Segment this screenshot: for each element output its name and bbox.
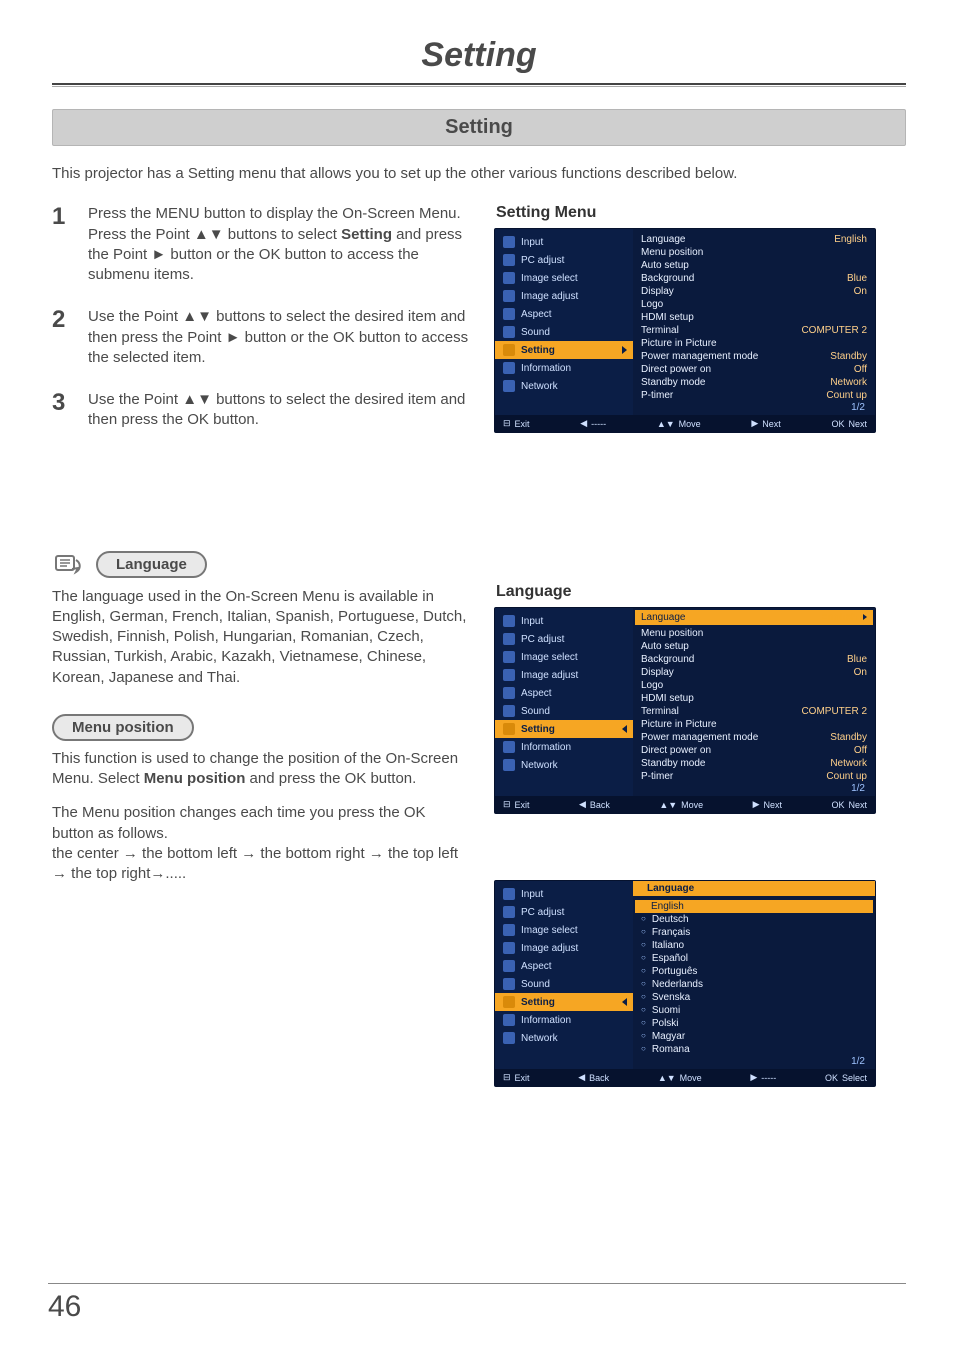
osd-menu-network[interactable]: Network [495, 377, 633, 395]
osd-footer-back[interactable]: ◀----- [580, 418, 606, 429]
osd-menu-imageadjust[interactable]: Image adjust [495, 287, 633, 305]
step-2: 2 Use the Point ▲▼ buttons to select the… [52, 307, 470, 368]
lang-svenska[interactable]: Svenska [639, 991, 869, 1004]
lang-portugues[interactable]: Português [639, 965, 869, 978]
rule-thin [52, 86, 906, 87]
osd-menu-list: Input PC adjust Image select Image adjus… [495, 229, 633, 415]
osd3-footer-move[interactable]: ▲▼Move [658, 1073, 702, 1083]
osd3-menu-list: Input PC adjust Image select Image adjus… [495, 881, 633, 1069]
osd3-pager: 1/2 [639, 1056, 869, 1067]
osd-menu-sound[interactable]: Sound [495, 323, 633, 341]
step-3-text: Use the Point ▲▼ buttons to select the d… [88, 390, 470, 431]
osd2-footer-ok[interactable]: OK Next [831, 800, 867, 810]
lang-italiano[interactable]: Italiano [639, 939, 869, 952]
osd2-menu-sound[interactable]: Sound [495, 702, 633, 720]
language-paragraph: The language used in the On-Screen Menu … [52, 587, 470, 688]
step-3: 3 Use the Point ▲▼ buttons to select the… [52, 390, 470, 431]
osd3-menu-sound[interactable]: Sound [495, 975, 633, 993]
osd2-panel: LanguageEnglish Menu position Auto setup… [633, 608, 875, 796]
osd-menu-imageselect[interactable]: Image select [495, 269, 633, 287]
osd3-menu-imageselect[interactable]: Image select [495, 921, 633, 939]
osd-setting-panel: LanguageEnglish Menu position Auto setup… [633, 229, 875, 415]
osd2-footer-move[interactable]: ▲▼Move [659, 800, 703, 810]
osd2-menu-input[interactable]: Input [495, 612, 633, 630]
osd2-footer-next[interactable]: ▶Next [753, 799, 782, 810]
osd2-footer: ⊟ Exit ◀Back ▲▼Move ▶Next OK Next [495, 796, 875, 813]
lang-english[interactable]: English [635, 900, 873, 913]
menu-position-p2: The Menu position changes each time you … [52, 803, 470, 844]
osd3-footer-next[interactable]: ▶----- [750, 1072, 776, 1083]
lang-francais[interactable]: Français [639, 926, 869, 939]
lang-nederlands[interactable]: Nederlands [639, 978, 869, 991]
lang-romana[interactable]: Romana [639, 1043, 869, 1056]
menu-position-p3: the center → the bottom left → the botto… [52, 844, 470, 885]
menu-position-label-pill: Menu position [52, 714, 194, 741]
language-icon [52, 551, 86, 579]
lang-polski[interactable]: Polski [639, 1017, 869, 1030]
page-title: Setting [52, 36, 906, 83]
step-3-num: 3 [52, 390, 74, 431]
osd-menu-setting[interactable]: Setting [495, 341, 633, 359]
osd-menu-pcadjust[interactable]: PC adjust [495, 251, 633, 269]
osd2-menu-network[interactable]: Network [495, 756, 633, 774]
osd3-footer-select[interactable]: OK Select [825, 1073, 867, 1083]
step-2-text: Use the Point ▲▼ buttons to select the d… [88, 307, 470, 368]
lang-deutsch[interactable]: Deutsch [639, 913, 869, 926]
osd-setting-menu: Input PC adjust Image select Image adjus… [494, 228, 876, 433]
osd2-pager: 1/2 [639, 783, 869, 794]
osd-footer-exit[interactable]: ⊟ Exit [503, 418, 530, 429]
osd-language-list: Input PC adjust Image select Image adjus… [494, 880, 876, 1087]
step-1: 1 Press the MENU button to display the O… [52, 204, 470, 285]
osd3-menu-input[interactable]: Input [495, 885, 633, 903]
language-label-pill: Language [96, 551, 207, 578]
osd3-menu-pcadjust[interactable]: PC adjust [495, 903, 633, 921]
osd-menu-aspect[interactable]: Aspect [495, 305, 633, 323]
osd2-footer-back[interactable]: ◀Back [579, 799, 610, 810]
osd3-lang-title: Language [633, 881, 875, 896]
osd-menu-input[interactable]: Input [495, 233, 633, 251]
step-2-num: 2 [52, 307, 74, 368]
lang-suomi[interactable]: Suomi [639, 1004, 869, 1017]
osd3-footer: ⊟ Exit ◀Back ▲▼Move ▶----- OK Select [495, 1069, 875, 1086]
osd3-footer-exit[interactable]: ⊟ Exit [503, 1072, 530, 1083]
osd3-menu-setting[interactable]: Setting [495, 993, 633, 1011]
step-1-text: Press the MENU button to display the On-… [88, 204, 470, 285]
osd2-menu-setting[interactable]: Setting [495, 720, 633, 738]
language-heading: Language [496, 583, 906, 601]
lang-magyar[interactable]: Magyar [639, 1030, 869, 1043]
osd-footer-next[interactable]: ▶Next [751, 418, 780, 429]
intro-text: This projector has a Setting menu that a… [52, 164, 906, 184]
osd3-lang-panel: Language English Deutsch Français Italia… [633, 881, 875, 1069]
section-bar: Setting [52, 109, 906, 146]
osd-menu-information[interactable]: Information [495, 359, 633, 377]
rule-thick [52, 83, 906, 85]
setting-menu-heading: Setting Menu [496, 204, 906, 222]
osd-footer-ok[interactable]: OK Next [831, 419, 867, 429]
osd-pager: 1/2 [639, 402, 869, 413]
osd-language-row: Input PC adjust Image select Image adjus… [494, 607, 876, 814]
osd3-menu-information[interactable]: Information [495, 1011, 633, 1029]
osd3-menu-network[interactable]: Network [495, 1029, 633, 1047]
osd2-menu-aspect[interactable]: Aspect [495, 684, 633, 702]
osd2-menu-imageselect[interactable]: Image select [495, 648, 633, 666]
osd2-menu-list: Input PC adjust Image select Image adjus… [495, 608, 633, 796]
mp-p1bold: Menu position [144, 770, 246, 787]
page-number: 46 [48, 1283, 906, 1324]
menu-position-p1: This function is used to change the posi… [52, 749, 470, 790]
osd3-footer-back[interactable]: ◀Back [578, 1072, 609, 1083]
osd-footer-move[interactable]: ▲▼Move [657, 419, 701, 429]
mp-p1b: and press the OK button. [245, 770, 416, 787]
lang-espanol[interactable]: Español [639, 952, 869, 965]
osd-footer: ⊟ Exit ◀----- ▲▼Move ▶Next OK Next [495, 415, 875, 432]
osd2-menu-pcadjust[interactable]: PC adjust [495, 630, 633, 648]
step-1-bold: Setting [341, 226, 392, 243]
step-1-num: 1 [52, 204, 74, 285]
osd2-menu-imageadjust[interactable]: Image adjust [495, 666, 633, 684]
osd3-menu-imageadjust[interactable]: Image adjust [495, 939, 633, 957]
osd3-menu-aspect[interactable]: Aspect [495, 957, 633, 975]
osd2-menu-information[interactable]: Information [495, 738, 633, 756]
osd2-footer-exit[interactable]: ⊟ Exit [503, 799, 530, 810]
osd2-row-language[interactable]: LanguageEnglish [635, 610, 873, 625]
